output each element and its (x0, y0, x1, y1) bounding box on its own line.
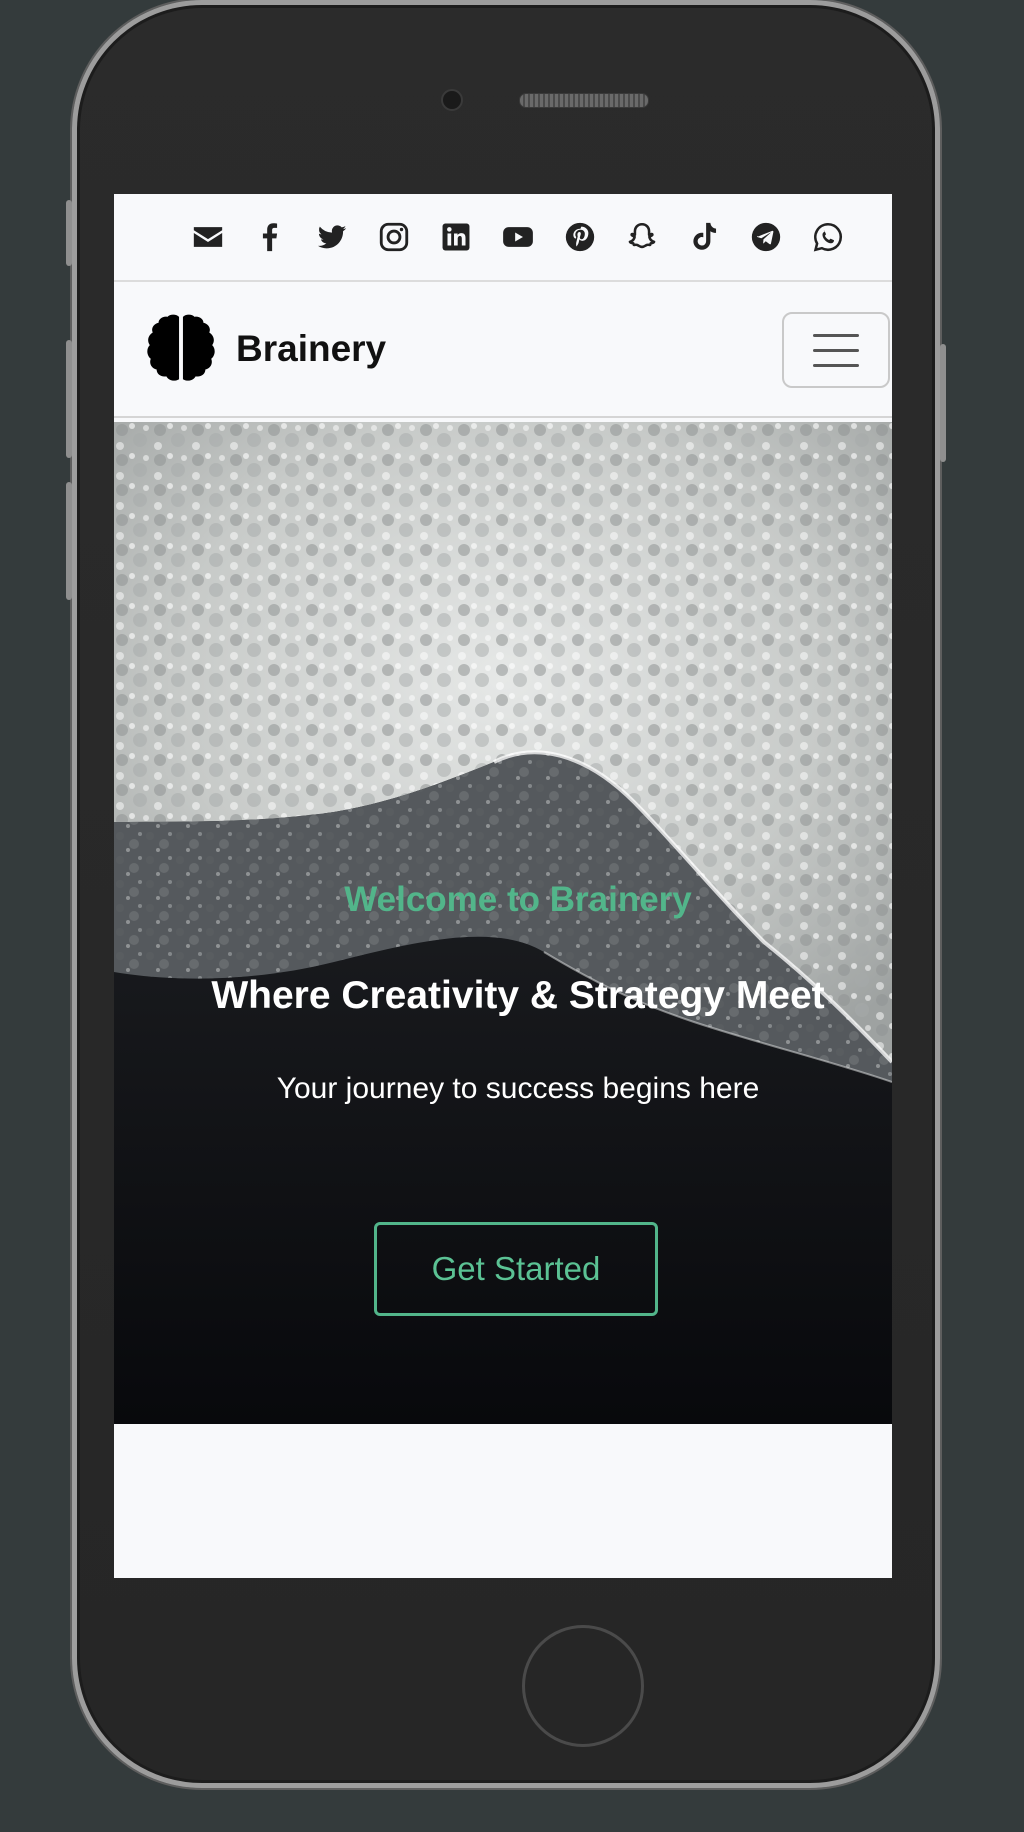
volume-up-button (66, 340, 72, 458)
hero-welcome-text: Welcome to Brainery (344, 880, 692, 919)
hero-section: Welcome to Brainery Where Creativity & S… (114, 422, 892, 1424)
navbar-toggler-button[interactable] (782, 312, 890, 388)
volume-down-button (66, 482, 72, 600)
hamburger-icon-line (813, 333, 859, 337)
instagram-icon[interactable] (363, 217, 425, 257)
earpiece-speaker (519, 93, 649, 108)
hero-heading: Where Creativity & Strategy Meet (211, 974, 825, 1017)
browser-viewport: Brainery Welcome to Brainery Where Creat… (114, 194, 892, 1578)
tiktok-icon[interactable] (673, 217, 735, 257)
whatsapp-icon[interactable] (797, 217, 859, 257)
linkedin-icon[interactable] (425, 217, 487, 257)
front-camera (441, 89, 463, 111)
youtube-icon[interactable] (487, 217, 549, 257)
get-started-button[interactable]: Get Started (374, 1222, 658, 1316)
navbar: Brainery (114, 282, 892, 418)
telegram-icon[interactable] (735, 217, 797, 257)
hamburger-icon-line (813, 363, 859, 367)
power-button (940, 344, 946, 462)
home-button[interactable] (522, 1625, 644, 1747)
snapchat-icon[interactable] (611, 217, 673, 257)
next-section (114, 1424, 892, 1578)
facebook-icon[interactable] (239, 217, 301, 257)
envelope-icon[interactable] (177, 217, 239, 257)
pinterest-icon[interactable] (549, 217, 611, 257)
twitter-icon[interactable] (301, 217, 363, 257)
mute-switch (66, 200, 72, 266)
brain-icon[interactable] (142, 310, 220, 390)
social-links-bar (114, 194, 892, 282)
hamburger-icon-line (813, 348, 859, 352)
brand-name[interactable]: Brainery (236, 328, 386, 370)
hero-subheading: Your journey to success begins here (276, 1072, 760, 1105)
